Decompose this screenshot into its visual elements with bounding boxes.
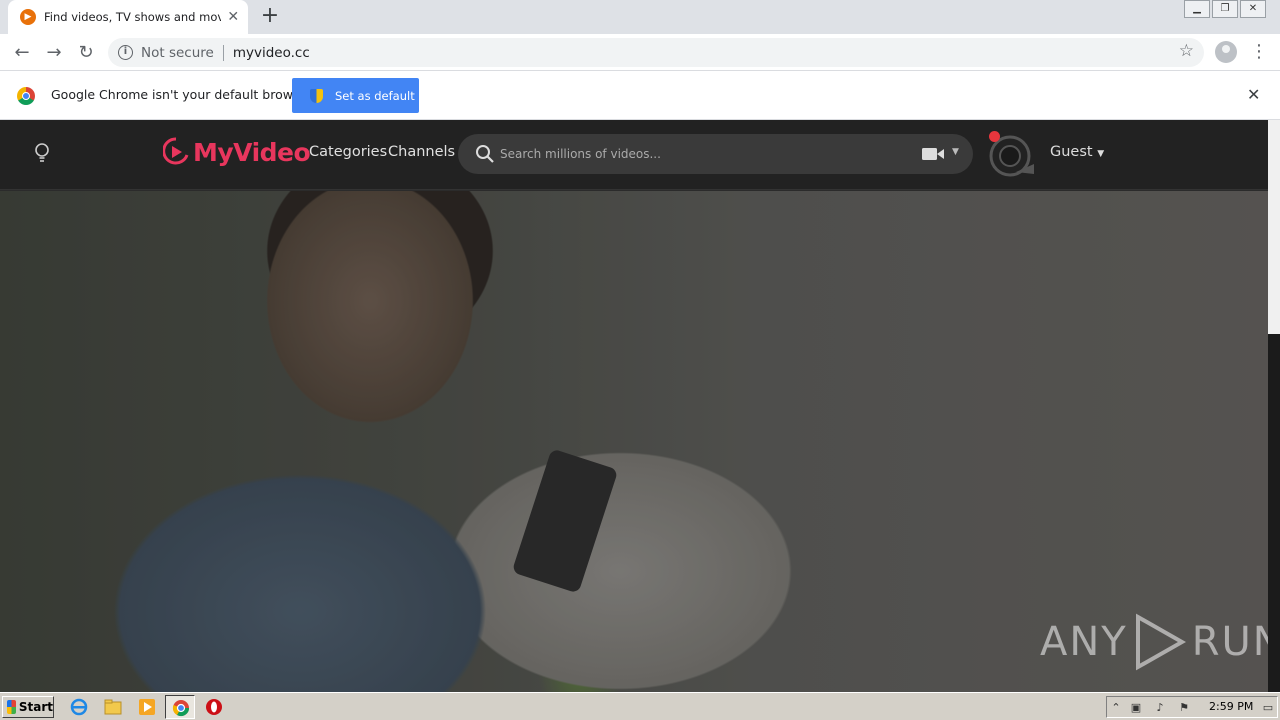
minimize-button[interactable]: ▁	[1184, 0, 1210, 18]
close-window-button[interactable]: ✕	[1240, 0, 1266, 18]
video-camera-icon[interactable]	[922, 146, 944, 162]
address-separator	[222, 44, 224, 61]
restore-button[interactable]: ❐	[1212, 0, 1238, 18]
media-player-icon[interactable]	[138, 698, 156, 716]
lightbulb-icon[interactable]	[34, 142, 50, 166]
tray-expand-icon[interactable]: ⌃	[1109, 701, 1123, 715]
windows-taskbar: Start ⌃ ▣ ♪ ⚑ 2:59 PM ▭	[0, 692, 1280, 720]
browser-tab[interactable]: ▶ Find videos, TV shows and movies in ✕	[8, 0, 248, 34]
address-bar[interactable]: i Not secure myvideo.cc ☆	[108, 38, 1204, 67]
uac-shield-icon	[310, 88, 323, 103]
reload-button[interactable]: ↻	[74, 41, 98, 65]
notification-dot	[989, 131, 1000, 142]
brand-name: MyVideo	[193, 137, 311, 167]
url-text[interactable]: myvideo.cc	[233, 45, 310, 61]
security-label: Not secure	[141, 44, 214, 61]
internet-explorer-icon[interactable]	[70, 698, 88, 716]
search-input[interactable]	[500, 144, 900, 164]
new-tab-button[interactable]: +	[258, 5, 282, 29]
tab-title: Find videos, TV shows and movies in	[44, 10, 221, 24]
windows-logo-icon	[7, 700, 16, 714]
taskbar-clock[interactable]: 2:59 PM	[1209, 700, 1253, 713]
nav-channels[interactable]: Channels	[388, 144, 455, 160]
guest-user-menu[interactable]: Guest ▼	[1050, 144, 1104, 160]
hero-banner-image: ANY RUN	[0, 191, 1268, 692]
anyrun-play-icon	[1135, 613, 1186, 671]
page-scrollbar[interactable]	[1268, 120, 1280, 692]
system-tray: ⌃ ▣ ♪ ⚑ 2:59 PM ▭	[1106, 696, 1278, 718]
infobar-message: Google Chrome isn't your default browser	[51, 87, 313, 102]
chrome-icon	[172, 700, 190, 717]
opera-icon[interactable]	[205, 698, 223, 716]
site-header: MyVideo Categories Channels ▼ Guest ▼	[0, 120, 1268, 190]
network-icon[interactable]: ▣	[1129, 701, 1143, 715]
myvideo-favicon-icon: ▶	[20, 9, 36, 25]
myvideo-logo-icon	[163, 137, 189, 165]
video-search-bar: ▼	[458, 134, 973, 174]
search-icon[interactable]	[475, 144, 495, 164]
bookmark-star-icon[interactable]: ☆	[1179, 41, 1194, 61]
info-icon[interactable]: i	[118, 45, 133, 60]
forward-button[interactable]: →	[42, 41, 66, 65]
search-type-caret-icon[interactable]: ▼	[952, 147, 959, 157]
nav-categories[interactable]: Categories	[309, 144, 387, 160]
action-center-flag-icon[interactable]: ⚑	[1177, 701, 1191, 715]
anyrun-watermark: ANY RUN	[1040, 613, 1268, 671]
chevron-down-icon: ▼	[1097, 149, 1105, 159]
start-button[interactable]: Start	[2, 696, 54, 718]
tab-strip: ▶ Find videos, TV shows and movies in ✕ …	[0, 0, 1280, 34]
volume-icon[interactable]: ♪	[1153, 701, 1167, 715]
watermark-left-text: ANY	[1040, 619, 1128, 665]
scrollbar-thumb[interactable]	[1268, 120, 1280, 334]
set-as-default-button[interactable]: Set as default	[292, 78, 419, 113]
start-label: Start	[18, 700, 53, 714]
back-button[interactable]: ←	[10, 41, 34, 65]
chrome-menu-icon[interactable]: ⋮	[1250, 40, 1268, 64]
browser-toolbar: ← → ↻ i Not secure myvideo.cc ☆	[0, 34, 1280, 71]
show-desktop-icon[interactable]: ▭	[1261, 701, 1275, 715]
guest-label: Guest	[1050, 144, 1093, 160]
file-explorer-icon[interactable]	[104, 698, 122, 716]
watermark-right-text: RUN	[1191, 619, 1268, 665]
close-tab-icon[interactable]: ✕	[227, 9, 240, 25]
profile-avatar-icon[interactable]	[1215, 41, 1237, 63]
chrome-taskbar-button[interactable]	[165, 695, 195, 719]
chrome-logo-icon	[17, 87, 35, 105]
set-as-default-label: Set as default	[335, 88, 415, 103]
default-browser-infobar: Google Chrome isn't your default browser…	[0, 71, 1280, 120]
window-controls: ▁ ❐ ✕	[1182, 0, 1266, 18]
myvideo-logo[interactable]: MyVideo	[163, 137, 311, 167]
close-infobar-icon[interactable]: ✕	[1247, 85, 1260, 104]
